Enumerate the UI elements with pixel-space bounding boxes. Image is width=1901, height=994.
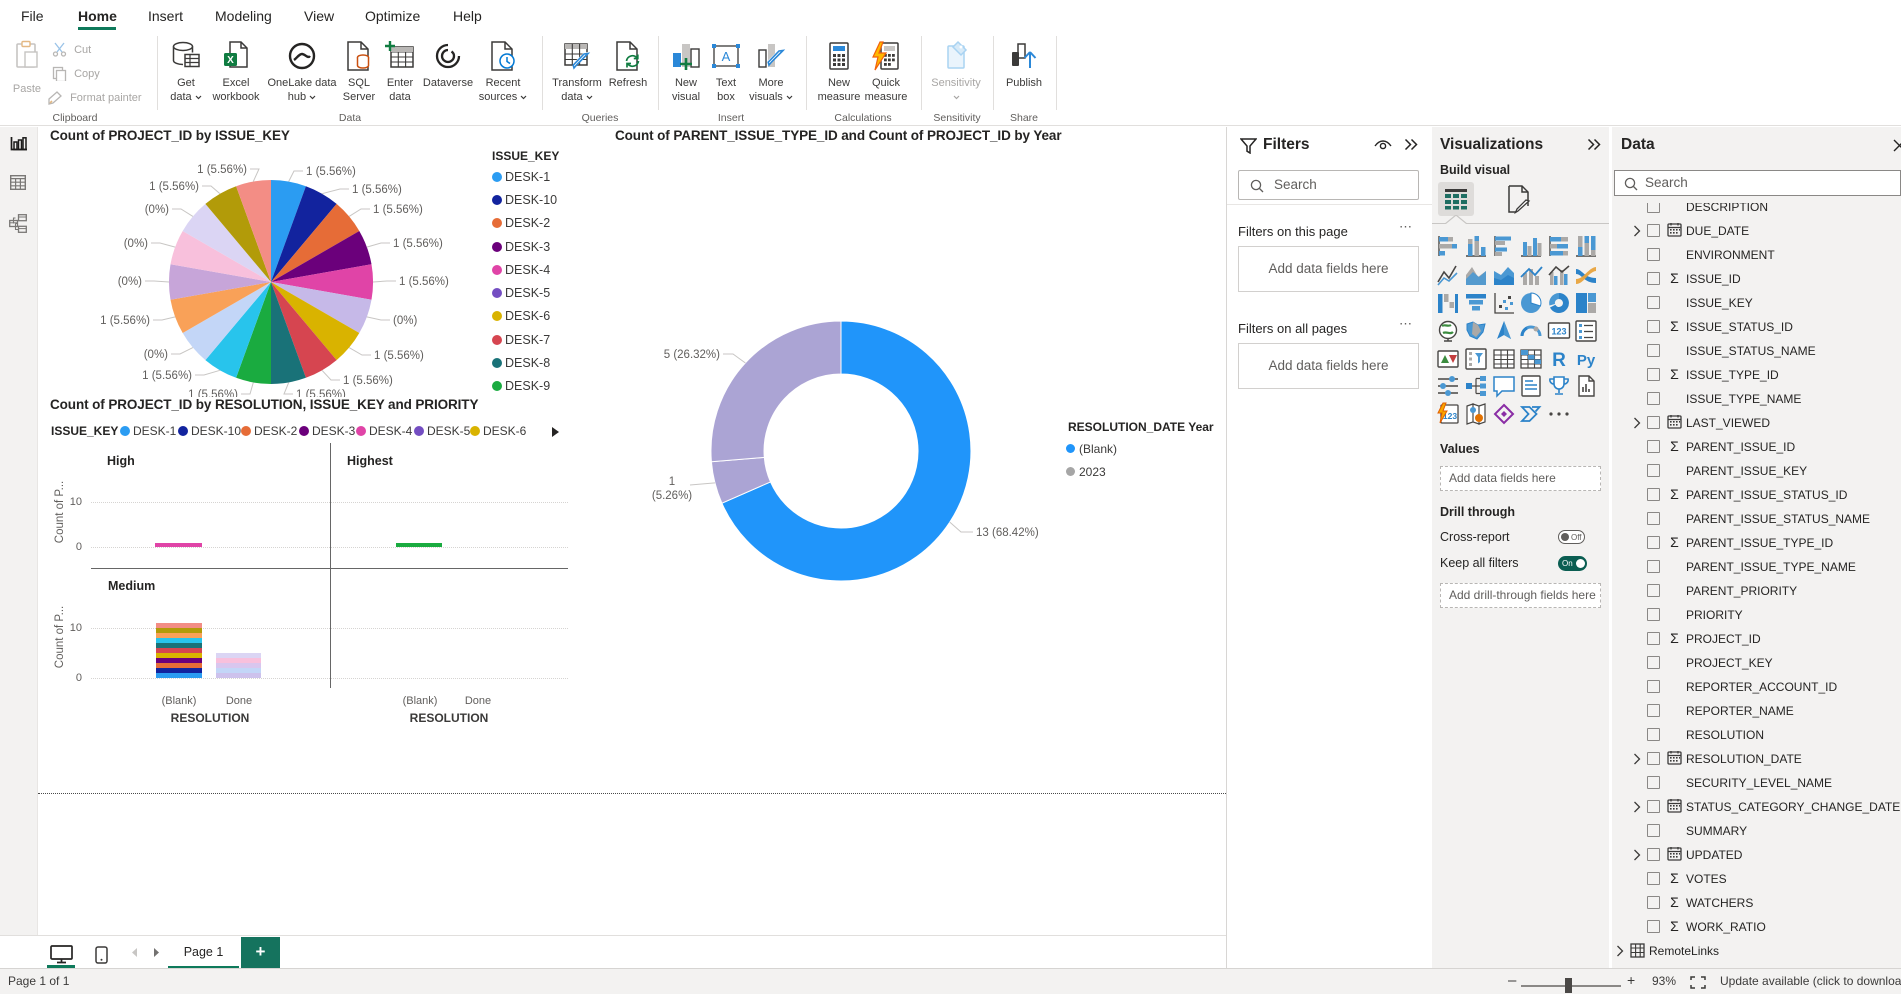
- svg-text:(0%): (0%): [145, 204, 169, 216]
- svg-text:1 (5.56%): 1 (5.56%): [343, 375, 393, 387]
- svg-text:Py: Py: [1577, 352, 1596, 369]
- svg-text:13 (68.42%): 13 (68.42%): [976, 527, 1039, 539]
- svg-text:R: R: [1552, 350, 1566, 371]
- svg-text:1 (5.56%): 1 (5.56%): [188, 389, 238, 397]
- svg-text:1 (5.56%): 1 (5.56%): [393, 238, 443, 250]
- svg-text:123: 123: [1551, 327, 1566, 337]
- svg-text:1 (5.56%): 1 (5.56%): [399, 276, 449, 288]
- svg-text:1 (5.56%): 1 (5.56%): [142, 370, 192, 382]
- svg-text:1 (5.56%): 1 (5.56%): [306, 166, 356, 178]
- svg-text:(0%): (0%): [118, 276, 142, 288]
- svg-text:5 (26.32%): 5 (26.32%): [664, 349, 720, 361]
- svg-text:X: X: [227, 55, 234, 66]
- svg-text:1 (5.56%): 1 (5.56%): [197, 164, 247, 176]
- svg-text:1 (5.56%): 1 (5.56%): [149, 181, 199, 193]
- svg-text:(0%): (0%): [144, 349, 168, 361]
- svg-text:1 (5.56%): 1 (5.56%): [100, 315, 150, 327]
- svg-text:(0%): (0%): [393, 315, 417, 327]
- svg-text:A: A: [722, 49, 731, 64]
- svg-text:(5.26%): (5.26%): [652, 490, 692, 502]
- svg-text:1 (5.56%): 1 (5.56%): [352, 184, 402, 196]
- svg-text:1 (5.56%): 1 (5.56%): [296, 389, 346, 397]
- svg-text:1 (5.56%): 1 (5.56%): [373, 204, 423, 216]
- svg-text:1 (5.56%): 1 (5.56%): [374, 350, 424, 362]
- svg-text:1: 1: [669, 476, 675, 488]
- svg-text:(0%): (0%): [124, 238, 148, 250]
